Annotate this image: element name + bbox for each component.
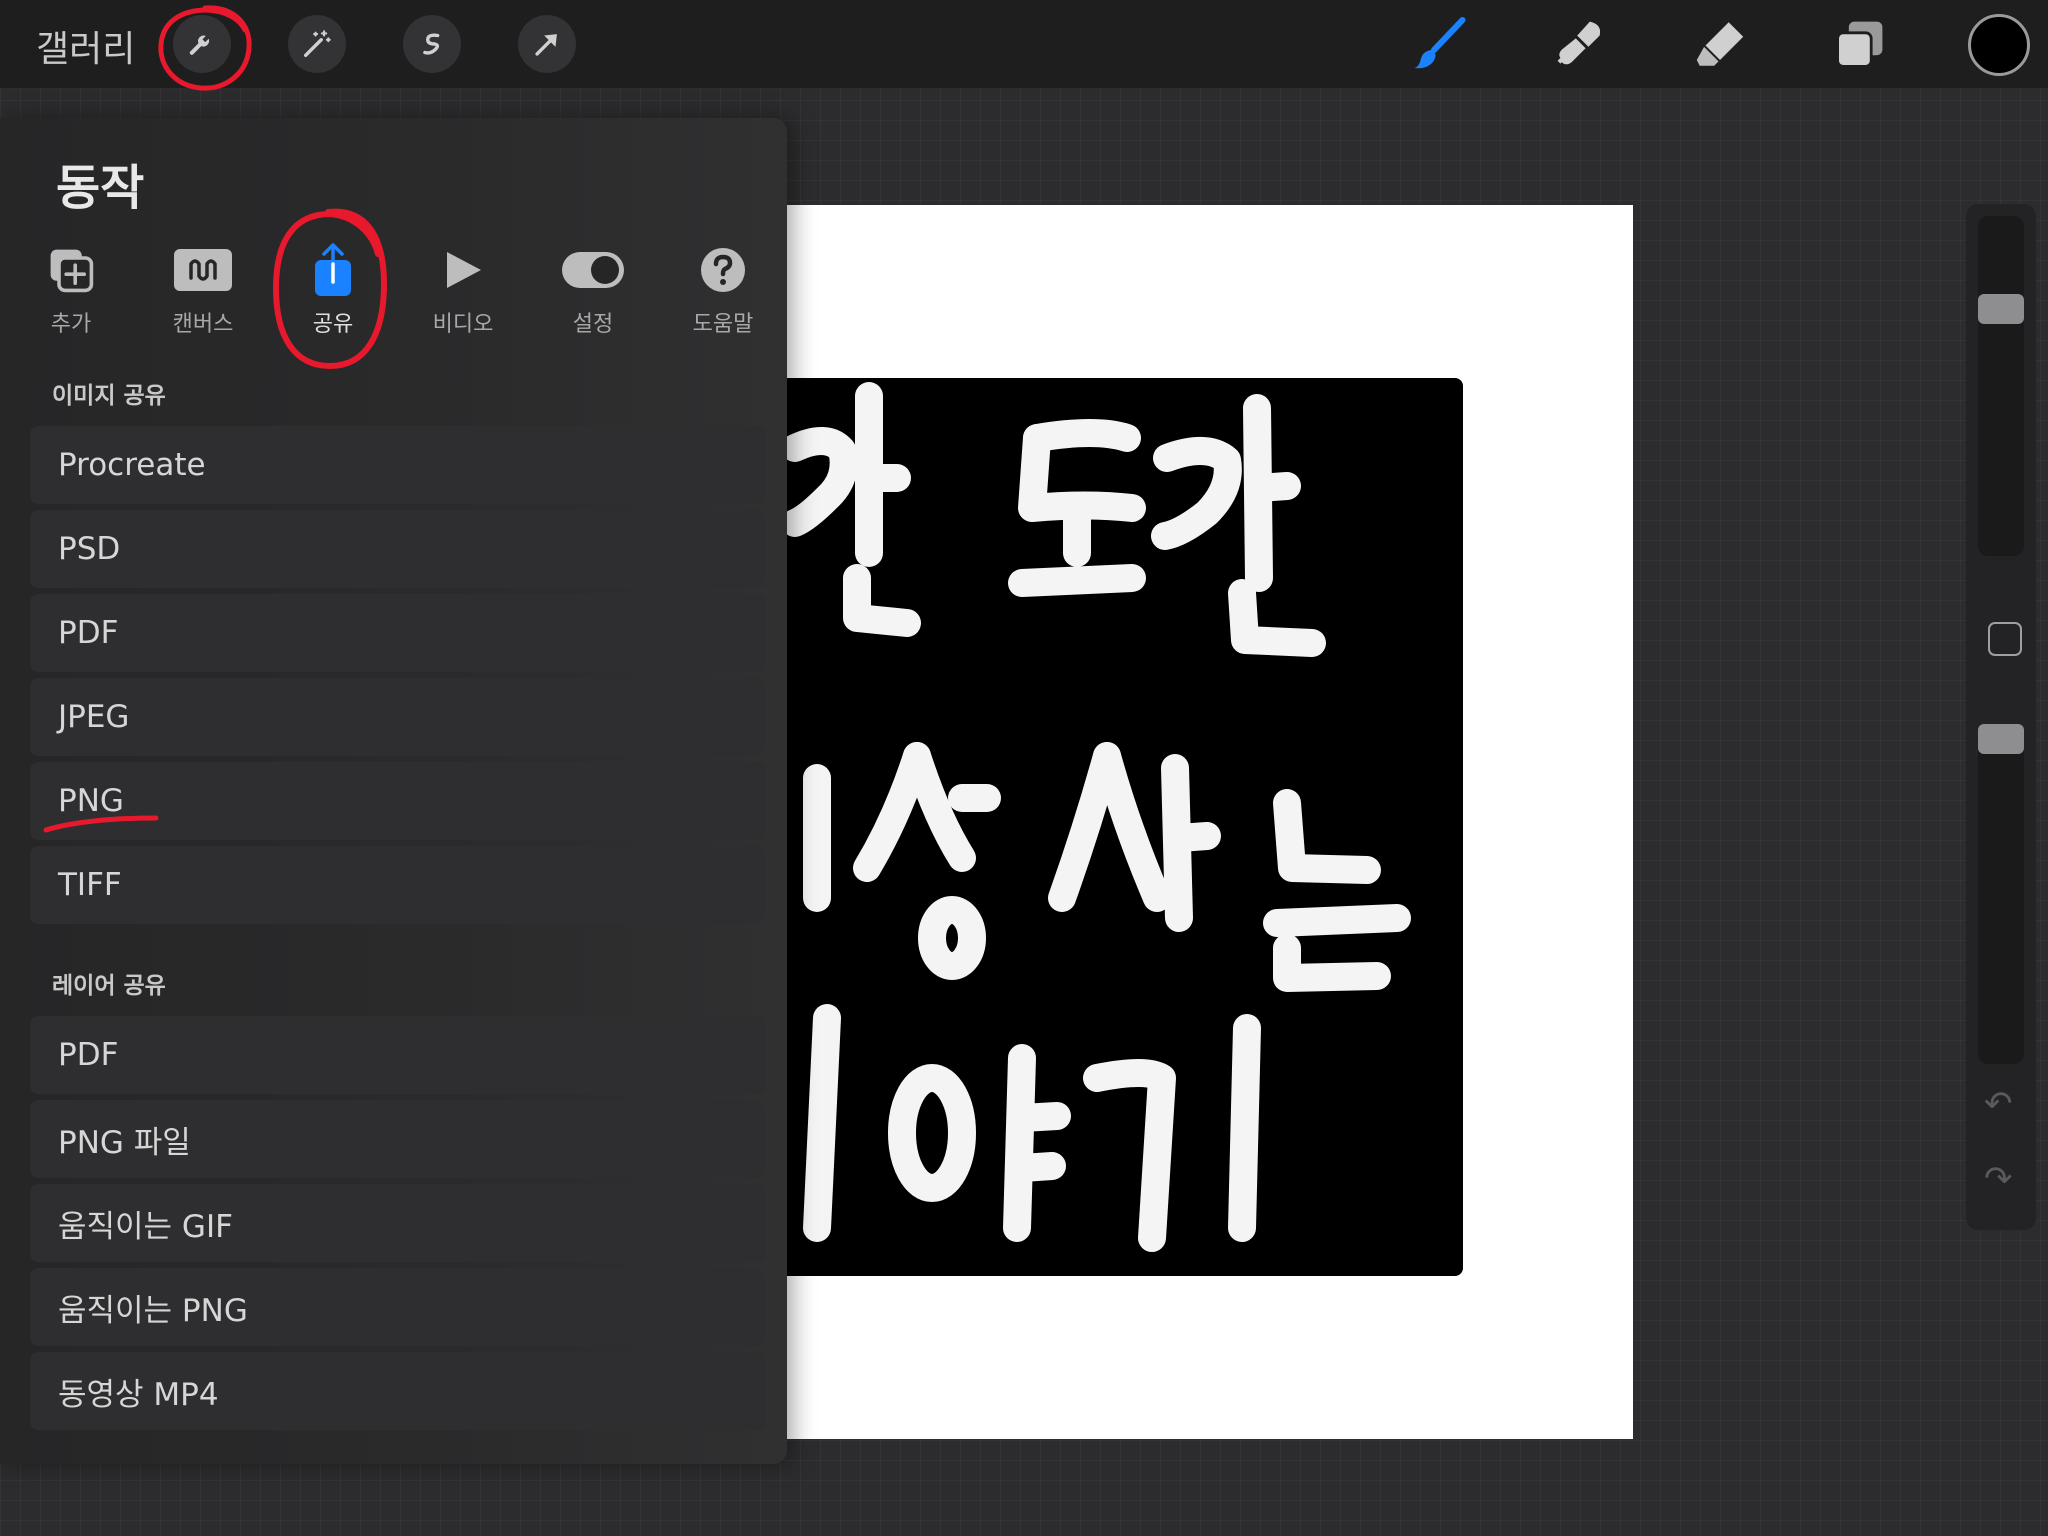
share-animated-png[interactable]: 움직이는 PNG [30,1268,765,1346]
eraser-icon [1696,22,1744,66]
tab-label: 공유 [312,312,354,337]
right-sidebar: ↶ ↷ [1966,204,2036,1230]
tab-canvas[interactable]: 캔버스 [148,242,258,338]
tab-help[interactable]: 도움말 [668,242,778,338]
smudge-icon [1557,21,1601,65]
undo-icon[interactable]: ↶ [1984,1084,2013,1124]
redo-icon[interactable]: ↷ [1984,1159,2013,1199]
transform-arrow-icon [535,34,557,56]
canvas-icon [174,249,232,291]
share-animated-gif[interactable]: 움직이는 GIF [30,1184,765,1262]
share-png[interactable]: PNG [30,762,765,840]
wrench-icon [189,35,210,55]
toggle-icon [562,252,624,288]
top-toolbar: 갤러리 [0,0,2048,88]
adjustments-button[interactable] [288,15,346,73]
tab-label: 캔버스 [172,312,234,337]
selection-button[interactable] [403,15,461,73]
tab-label: 비디오 [432,312,494,337]
share-icon [315,243,351,296]
share-jpeg[interactable]: JPEG [30,678,765,756]
brush-size-knob[interactable] [1978,294,2024,324]
selection-icon [423,33,440,55]
share-psd[interactable]: PSD [30,510,765,588]
tab-video[interactable]: 비디오 [408,242,518,338]
transform-button[interactable] [518,15,576,73]
panel-title: 동작 [56,160,145,216]
smudge-tool[interactable] [1548,12,1612,76]
help-icon [701,248,745,292]
share-procreate[interactable]: Procreate [30,426,765,504]
share-png-files[interactable]: PNG 파일 [30,1100,765,1178]
share-layers-pdf[interactable]: PDF [30,1016,765,1094]
tab-label: 설정 [572,312,614,337]
opacity-slider[interactable] [1978,724,2024,1064]
add-icon [50,249,94,293]
layer-share-heading: 레이어 공유 [52,973,166,999]
share-video-mp4[interactable]: 동영상 MP4 [30,1352,765,1430]
layers-icon [1836,21,1883,68]
tab-label: 도움말 [692,312,754,337]
tab-share[interactable]: 공유 [278,242,388,338]
tab-label: 추가 [50,312,92,337]
brush-icon [1414,17,1466,69]
eraser-tool[interactable] [1688,12,1752,76]
brush-size-slider[interactable] [1978,216,2024,556]
tab-add[interactable]: 추가 [16,242,126,338]
opacity-knob[interactable] [1978,724,2024,754]
actions-button[interactable] [173,15,231,73]
modify-button[interactable] [1988,622,2022,656]
share-tiff[interactable]: TIFF [30,846,765,924]
handwritten-lettering [781,382,1411,1252]
tab-settings[interactable]: 설정 [538,242,648,338]
artwork-image [781,378,1463,1276]
brush-tool[interactable] [1408,12,1472,76]
color-picker-button[interactable] [1968,14,2030,76]
layers-tool[interactable] [1828,12,1892,76]
magic-wand-icon [303,30,331,58]
image-share-heading: 이미지 공유 [52,383,166,409]
play-icon [447,252,481,288]
gallery-button[interactable]: 갤러리 [36,20,135,72]
actions-panel: 동작 추가 캔버스 공유 비디오 설정 도움말 이미지 공유 Procreate… [0,118,787,1464]
share-pdf[interactable]: PDF [30,594,765,672]
